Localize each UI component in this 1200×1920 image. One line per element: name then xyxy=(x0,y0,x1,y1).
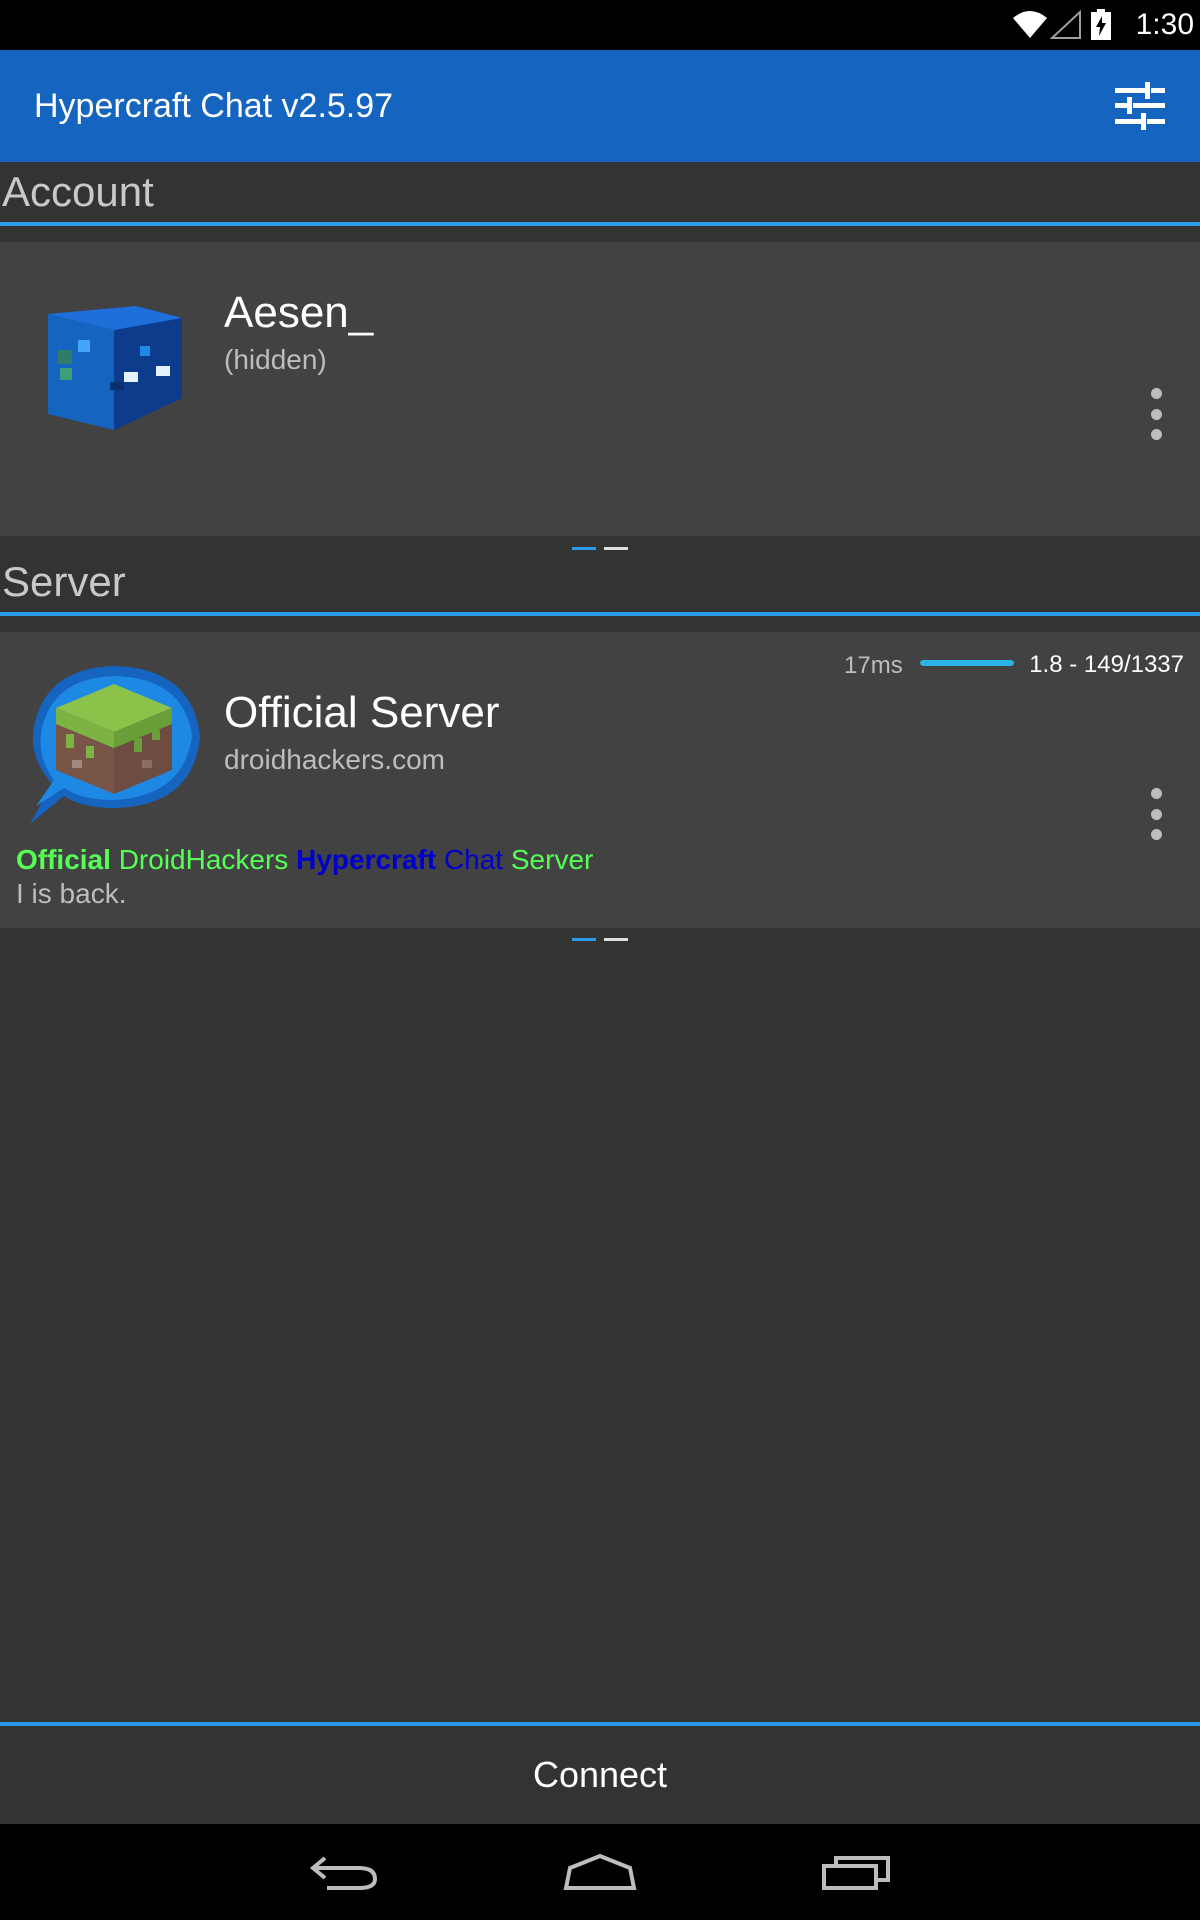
server-card[interactable]: 17ms 1.8 - 149/1337 Official Server droi… xyxy=(0,632,1200,928)
pager-dot-1 xyxy=(572,938,596,941)
account-name: Aesen_ xyxy=(224,288,374,337)
app-bar: Hypercraft Chat v2.5.97 xyxy=(0,50,1200,162)
server-section-title: Server xyxy=(2,558,126,605)
more-vert-icon xyxy=(1150,388,1162,399)
server-motd-line2: I is back. xyxy=(16,878,127,909)
more-vert-icon xyxy=(1150,788,1162,799)
grass-block-chat-bubble-icon xyxy=(30,666,200,824)
motd-word: Official xyxy=(16,844,111,875)
nav-home-button[interactable] xyxy=(560,1842,640,1902)
server-motd-line1: Official DroidHackers Hypercraft Chat Se… xyxy=(16,844,593,876)
tune-sliders-icon xyxy=(1115,82,1165,130)
signal-icon xyxy=(1049,10,1081,39)
motd-word: DroidHackers xyxy=(118,844,289,875)
ping-bar xyxy=(920,660,1014,666)
account-more-button[interactable] xyxy=(1146,388,1166,440)
motd-word: Chat xyxy=(443,844,504,875)
pager-dot-1 xyxy=(572,547,596,550)
server-section-header: Server xyxy=(0,556,1200,616)
connect-button-label: Connect xyxy=(532,1754,668,1795)
server-ping: 17ms xyxy=(844,652,903,679)
motd-word: Hypercraft xyxy=(296,844,437,875)
battery-charging-icon xyxy=(1090,9,1111,40)
recents-icon xyxy=(822,1856,890,1890)
motd-word: Server xyxy=(510,844,594,875)
server-name: Official Server xyxy=(224,688,500,737)
account-section-title: Account xyxy=(2,168,154,215)
settings-button[interactable] xyxy=(1114,80,1166,132)
ping-bar-fill xyxy=(920,660,1014,666)
wifi-icon xyxy=(1012,11,1047,38)
app-title: Hypercraft Chat v2.5.97 xyxy=(34,86,394,125)
account-pager xyxy=(572,547,628,550)
server-pager xyxy=(572,938,628,941)
minecraft-head-avatar xyxy=(48,306,182,430)
status-clock: 1:30 xyxy=(1135,8,1194,41)
account-subtitle: (hidden) xyxy=(224,344,327,375)
status-bar: 1:30 xyxy=(0,0,1200,50)
server-host: droidhackers.com xyxy=(224,744,445,775)
home-icon xyxy=(563,1853,637,1890)
back-icon xyxy=(309,1856,378,1890)
account-card[interactable]: Aesen_ (hidden) xyxy=(0,242,1200,536)
connect-button[interactable]: Connect xyxy=(0,1722,1200,1824)
nav-back-button[interactable] xyxy=(304,1842,384,1902)
nav-recents-button[interactable] xyxy=(816,1842,896,1902)
status-icons xyxy=(1012,9,1112,41)
pager-dot-2 xyxy=(604,547,628,550)
pager-dot-2 xyxy=(604,938,628,941)
account-section-header: Account xyxy=(0,166,1200,226)
server-more-button[interactable] xyxy=(1146,788,1166,840)
server-version-players: 1.8 - 149/1337 xyxy=(1029,651,1184,678)
navigation-bar xyxy=(0,1824,1200,1920)
